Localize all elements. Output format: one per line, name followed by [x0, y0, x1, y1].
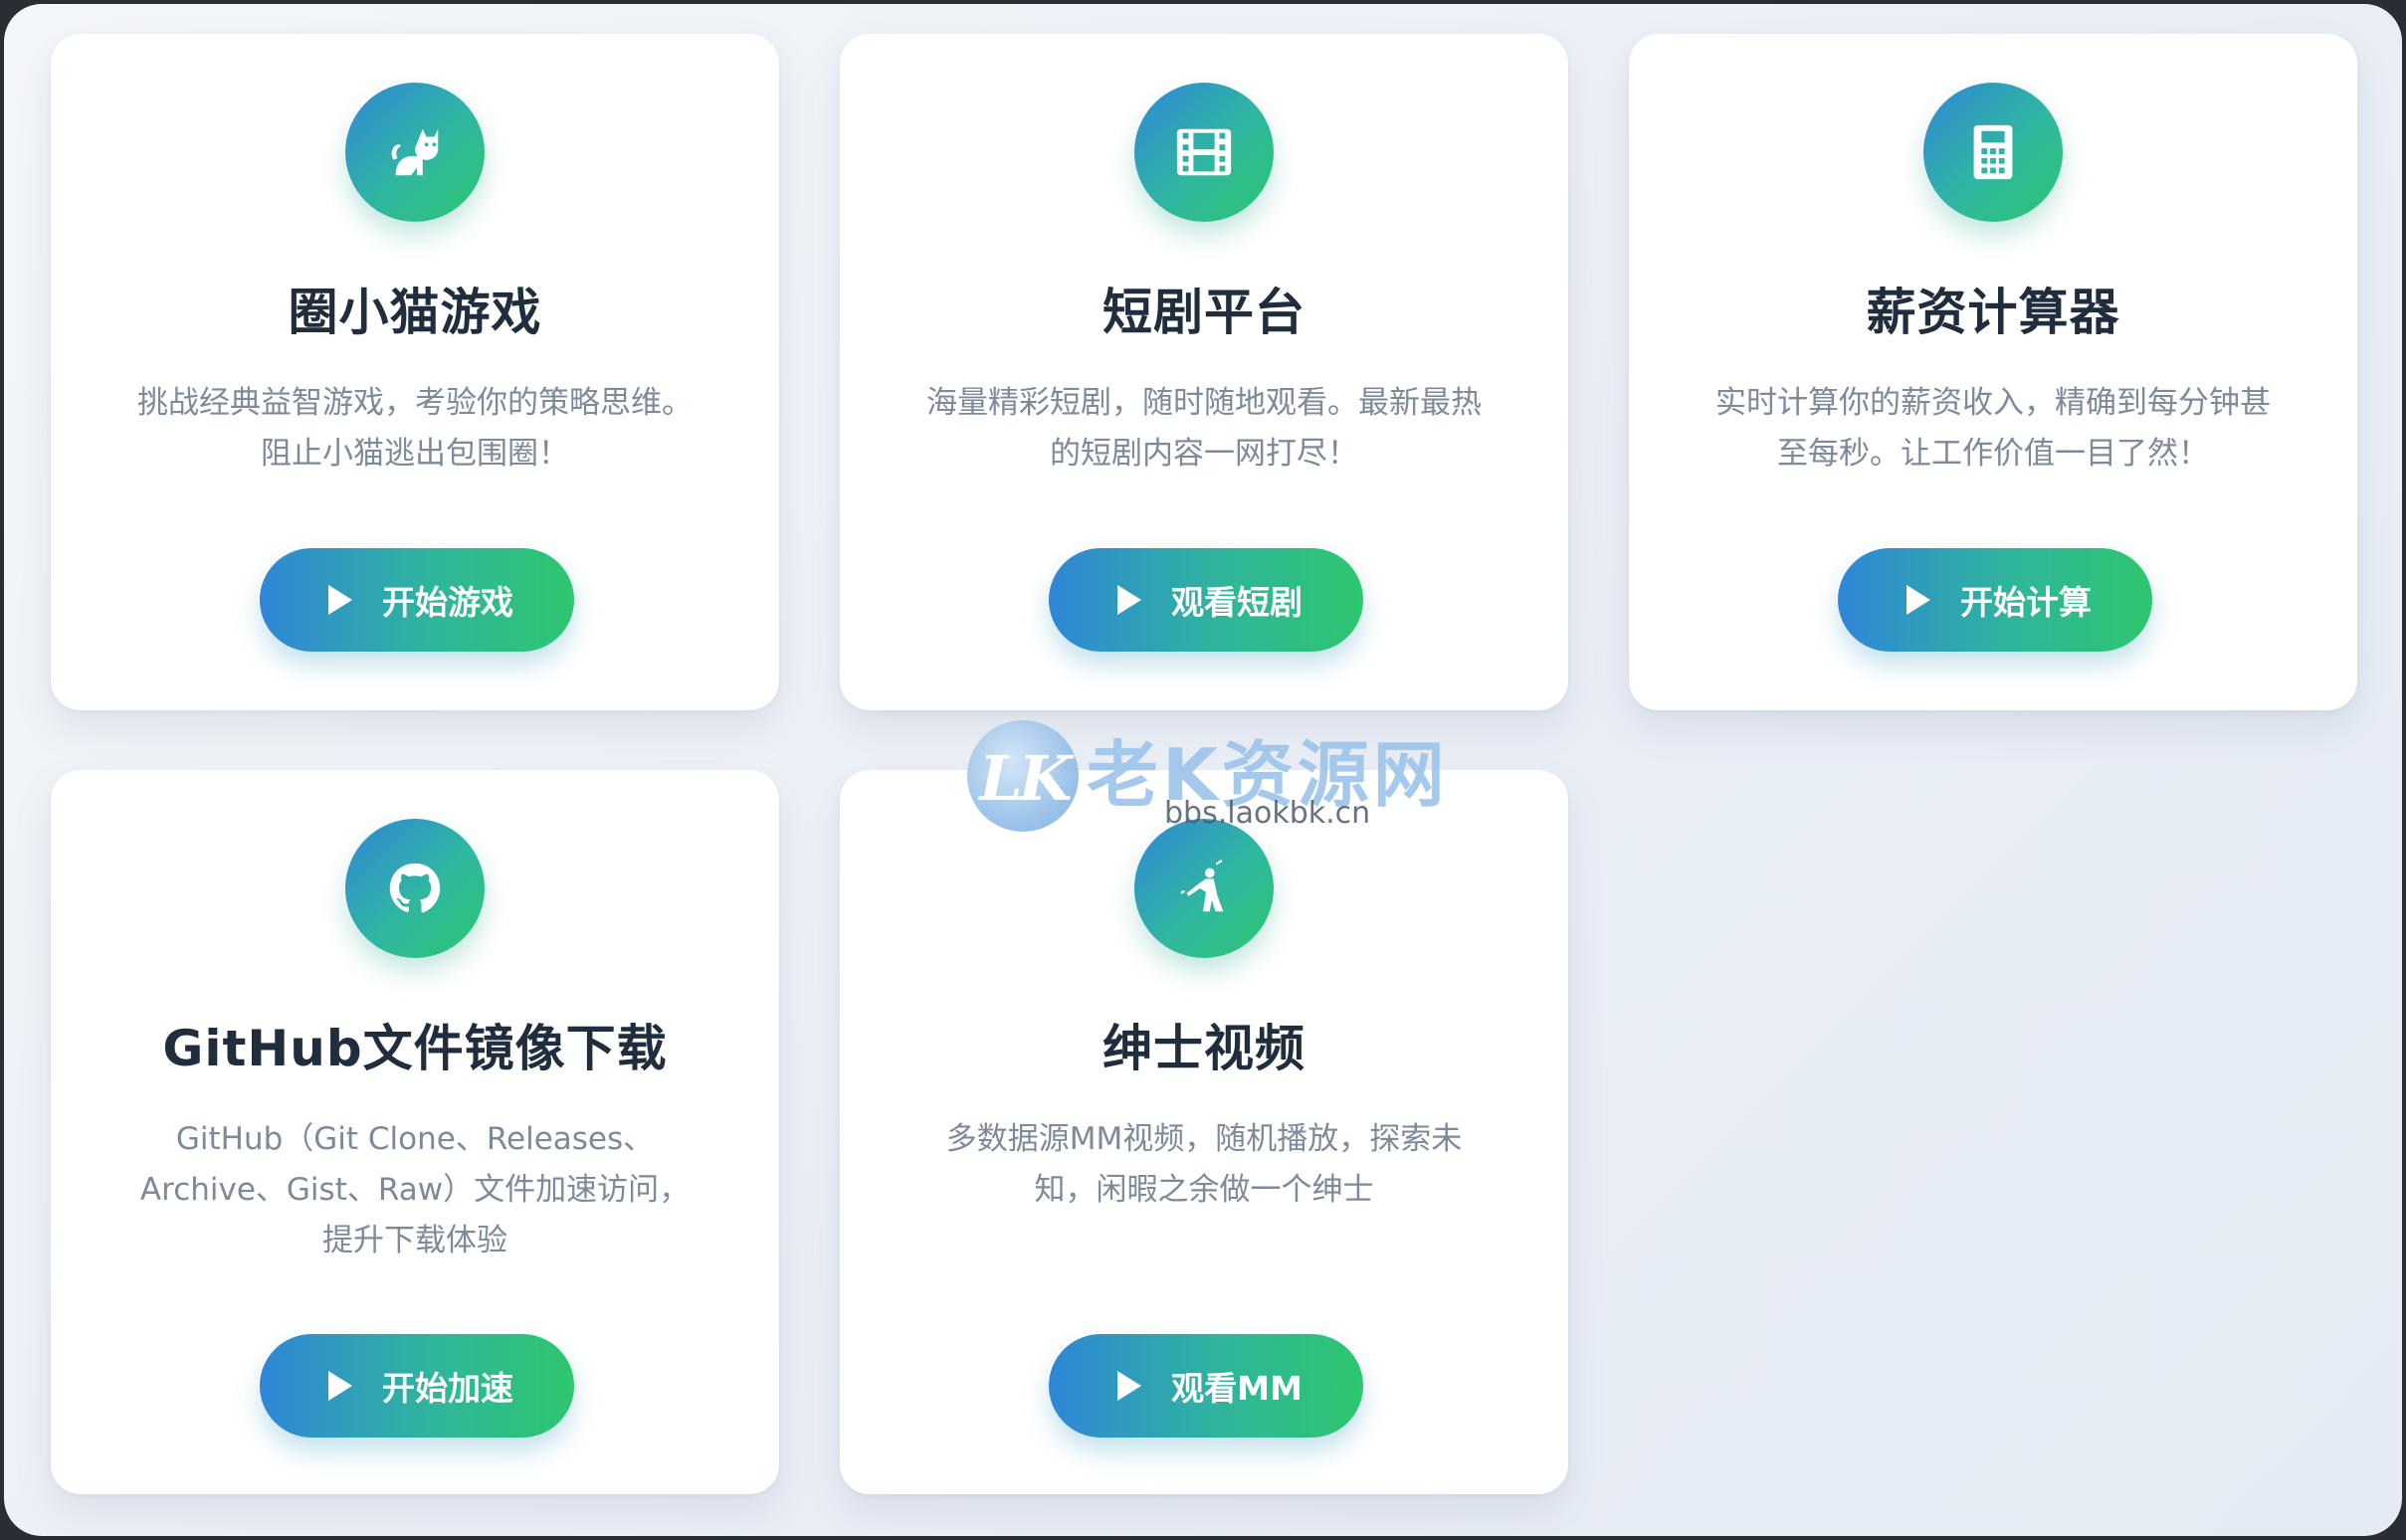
film-icon — [1134, 83, 1274, 222]
watch-mm-button[interactable]: 观看MM — [1049, 1334, 1363, 1438]
play-icon — [328, 585, 352, 615]
cat-icon — [345, 83, 485, 222]
card-description: 挑战经典益智游戏，考验你的策略思维。阻止小猫逃出包围圈！ — [137, 385, 693, 472]
button-label: 开始加速 — [382, 1369, 513, 1408]
card-github-mirror: GitHub文件镜像下载 GitHub（Git Clone、Releases、A… — [51, 770, 779, 1494]
card-description: GitHub（Git Clone、Releases、Archive、Gist、R… — [139, 1121, 691, 1258]
button-label: 观看MM — [1171, 1369, 1303, 1408]
card-description: 海量精彩短剧，随时随地观看。最新最热的短剧内容一网打尽！ — [926, 385, 1482, 472]
calculator-icon — [1923, 83, 2063, 222]
card-title: GitHub文件镜像下载 — [162, 1020, 668, 1077]
button-label: 开始计算 — [1960, 583, 2092, 622]
play-icon — [328, 1371, 352, 1401]
card-salary-calculator: 薪资计算器 实时计算你的薪资收入，精确到每分钟甚至每秒。让工作价值一目了然！ 开… — [1629, 34, 2357, 710]
start-accelerate-button[interactable]: 开始加速 — [260, 1334, 574, 1438]
card-gentleman-video: 绅士视频 多数据源MM视频，随机播放，探索未知，闲暇之余做一个绅士 观看MM — [840, 770, 1568, 1494]
github-icon — [345, 819, 485, 958]
watch-drama-button[interactable]: 观看短剧 — [1049, 548, 1363, 652]
card-description: 多数据源MM视频，随机播放，探索未知，闲暇之余做一个绅士 — [945, 1121, 1463, 1208]
card-title: 薪资计算器 — [1866, 284, 2120, 341]
button-label: 观看短剧 — [1171, 583, 1303, 622]
app-frame: 圈小猫游戏 挑战经典益智游戏，考验你的策略思维。阻止小猫逃出包围圈！ 开始游戏 … — [4, 4, 2402, 1536]
card-cat-game: 圈小猫游戏 挑战经典益智游戏，考验你的策略思维。阻止小猫逃出包围圈！ 开始游戏 — [51, 34, 779, 710]
play-icon — [1906, 585, 1930, 615]
button-label: 开始游戏 — [382, 583, 513, 622]
person-icon — [1134, 819, 1274, 958]
start-game-button[interactable]: 开始游戏 — [260, 548, 574, 652]
start-calculate-button[interactable]: 开始计算 — [1838, 548, 2152, 652]
card-title: 短剧平台 — [1103, 284, 1305, 341]
play-icon — [1117, 1371, 1142, 1401]
card-description: 实时计算你的薪资收入，精确到每分钟甚至每秒。让工作价值一目了然！ — [1715, 385, 2271, 472]
play-icon — [1117, 585, 1141, 615]
card-short-drama: 短剧平台 海量精彩短剧，随时随地观看。最新最热的短剧内容一网打尽！ 观看短剧 — [840, 34, 1568, 710]
card-title: 圈小猫游戏 — [288, 284, 542, 341]
card-title: 绅士视频 — [1103, 1020, 1305, 1077]
